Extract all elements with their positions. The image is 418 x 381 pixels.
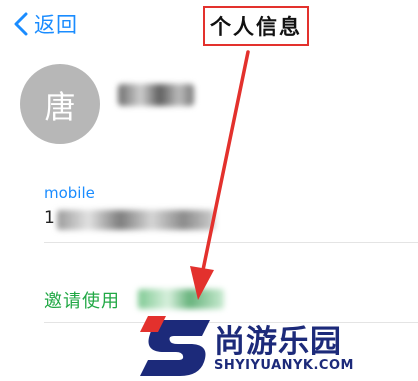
watermark-text: 尚游乐园 xyxy=(214,324,342,360)
watermark-url: SHYIYUANYK.COM xyxy=(214,358,354,373)
